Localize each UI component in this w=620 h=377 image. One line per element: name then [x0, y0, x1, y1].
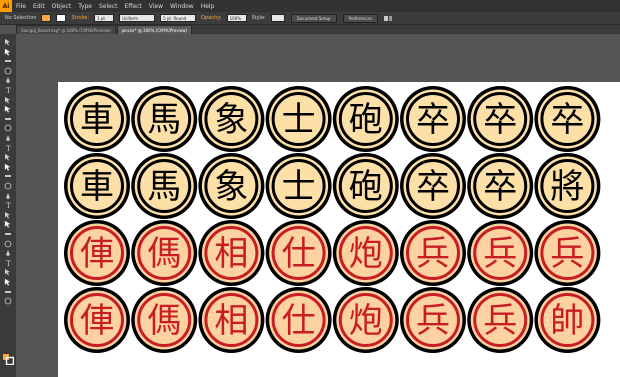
document-tab-label: Xiangqi_Board.svg* @ 100% (CMYK/Preview) [21, 27, 111, 33]
menu-effect[interactable]: Effect [125, 3, 142, 10]
stroke-weight-field[interactable]: 1 pt [94, 14, 115, 22]
lasso-tool-icon[interactable] [4, 67, 12, 75]
type-tool-icon[interactable]: T [4, 86, 12, 94]
artboard[interactable] [58, 82, 620, 377]
variable-width-profile[interactable]: Uniform [119, 14, 156, 22]
control-bar: No Selection Stroke: 1 pt Uniform 5 pt. … [0, 12, 620, 25]
artboard-tool-icon[interactable] [4, 268, 12, 276]
menu-type[interactable]: Type [78, 3, 92, 10]
menu-select[interactable]: Select [99, 3, 118, 10]
graphic-style-picker[interactable] [270, 14, 285, 22]
menu-help[interactable]: Help [201, 3, 215, 10]
eraser-tool-icon[interactable]: T [4, 144, 12, 152]
preferences-button[interactable]: Preferences [342, 13, 379, 23]
eyedropper-tool-icon[interactable] [4, 230, 12, 238]
style-label: Style: [251, 15, 266, 21]
line-tool-icon[interactable] [4, 96, 12, 104]
stroke-swatch[interactable] [56, 14, 67, 22]
paintbrush-tool-icon[interactable] [4, 115, 12, 123]
selection-tool-icon[interactable] [4, 38, 12, 46]
width-tool-icon[interactable] [4, 172, 12, 180]
menu-bar: Ai File Edit Object Type Select Effect V… [0, 0, 620, 12]
blob-brush-tool-icon[interactable] [4, 134, 12, 142]
rotate-tool-icon[interactable] [4, 153, 12, 161]
menu-view[interactable]: View [149, 3, 163, 10]
arrange-icon[interactable] [383, 15, 393, 22]
svg-text:T: T [6, 202, 11, 209]
tools-panel: T T T T [0, 34, 17, 377]
gradient-tool-icon[interactable] [4, 220, 12, 229]
free-transform-tool-icon[interactable] [4, 182, 12, 190]
zoom-tool-icon[interactable] [4, 297, 12, 305]
pencil-tool-icon[interactable] [4, 124, 12, 132]
slice-tool-icon[interactable] [4, 278, 12, 286]
stroke-label[interactable]: Stroke: [71, 15, 89, 21]
symbol-sprayer-tool-icon[interactable] [4, 249, 12, 257]
shape-builder-tool-icon[interactable] [4, 192, 12, 200]
scale-tool-icon[interactable] [4, 163, 12, 171]
document-setup-button[interactable]: Document Setup [290, 13, 337, 23]
rectangle-tool-icon[interactable] [4, 105, 12, 113]
menu-file[interactable]: File [16, 3, 26, 10]
blend-tool-icon[interactable] [4, 240, 12, 248]
document-tab-active[interactable]: pieces* @ 300% (CMYK/Preview) [116, 25, 193, 34]
brush-definition[interactable]: 5 pt. Round [160, 14, 197, 22]
menu-edit[interactable]: Edit [33, 3, 45, 10]
menu-object[interactable]: Object [52, 3, 72, 10]
menu-window[interactable]: Window [170, 3, 194, 10]
direct-selection-tool-icon[interactable] [4, 48, 12, 56]
svg-text:T: T [6, 145, 11, 152]
fill-swatch[interactable] [41, 14, 52, 22]
stroke-color-icon [56, 14, 67, 22]
document-tab[interactable]: Xiangqi_Board.svg* @ 100% (CMYK/Preview) [16, 25, 116, 34]
opacity-label[interactable]: Opacity: [201, 15, 222, 21]
selection-status: No Selection [5, 15, 37, 21]
fill-color-icon [41, 14, 52, 22]
pen-tool-icon[interactable] [4, 76, 12, 84]
document-tab-bar: Xiangqi_Board.svg* @ 100% (CMYK/Preview)… [16, 25, 620, 34]
fill-stroke-indicator[interactable] [2, 350, 15, 366]
document-tab-label: pieces* @ 300% (CMYK/Preview) [121, 27, 188, 33]
app-logo[interactable]: Ai [0, 0, 12, 12]
magic-wand-tool-icon[interactable] [4, 57, 12, 65]
opacity-field[interactable]: 100% [226, 14, 247, 22]
hand-tool-icon[interactable] [4, 288, 12, 296]
mesh-tool-icon[interactable] [4, 211, 12, 219]
svg-text:T: T [6, 87, 11, 94]
perspective-grid-tool-icon[interactable]: T [4, 201, 12, 209]
column-graph-tool-icon[interactable]: T [4, 259, 12, 267]
svg-text:T: T [6, 260, 11, 267]
